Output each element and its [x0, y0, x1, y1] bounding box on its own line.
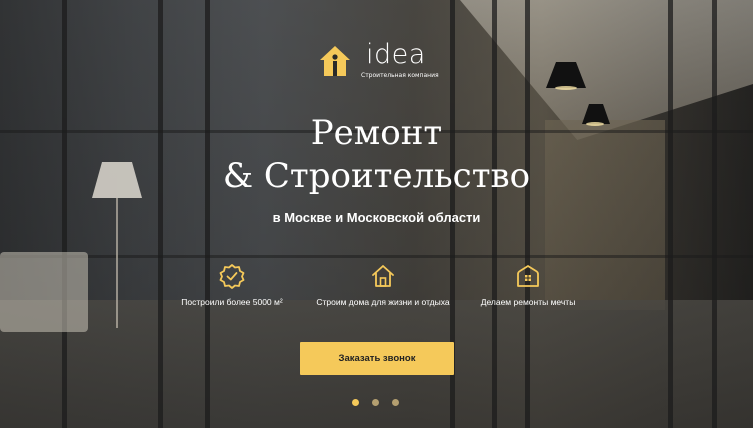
logo[interactable]: idea Строительная компания [318, 40, 448, 80]
feature-label: Строим дома для жизни и отдыха [316, 297, 450, 307]
slider-dot-2[interactable] [372, 399, 379, 406]
house-icon [372, 265, 394, 287]
hero-section: idea Строительная компания Ремонт & Стро… [0, 0, 753, 428]
badge-check-icon [219, 264, 245, 289]
feature-item: Делаем ремонты мечты [448, 263, 608, 307]
logo-wordmark: idea [366, 39, 426, 70]
logo-tagline: Строительная компания [361, 72, 439, 79]
hero-subtitle: в Москве и Московской области [272, 210, 481, 225]
feature-item: Строим дома для жизни и отдыха [303, 263, 463, 307]
house-i-logo-icon [320, 46, 350, 76]
hero-title-line-2: & Строительство [222, 156, 531, 196]
feature-label: Делаем ремонты мечты [480, 297, 576, 307]
feature-label: Построили более 5000 м² [181, 297, 283, 307]
slider-pagination [352, 399, 412, 409]
house-grid-icon [517, 265, 539, 287]
slider-dot-1[interactable] [352, 399, 359, 406]
request-call-button[interactable]: Заказать звонок [300, 342, 454, 375]
hero-title-line-1: Ремонт [310, 113, 443, 153]
slider-dot-3[interactable] [392, 399, 399, 406]
hero-content: idea Строительная компания Ремонт & Стро… [0, 0, 753, 428]
feature-item: Построили более 5000 м² [152, 263, 312, 307]
